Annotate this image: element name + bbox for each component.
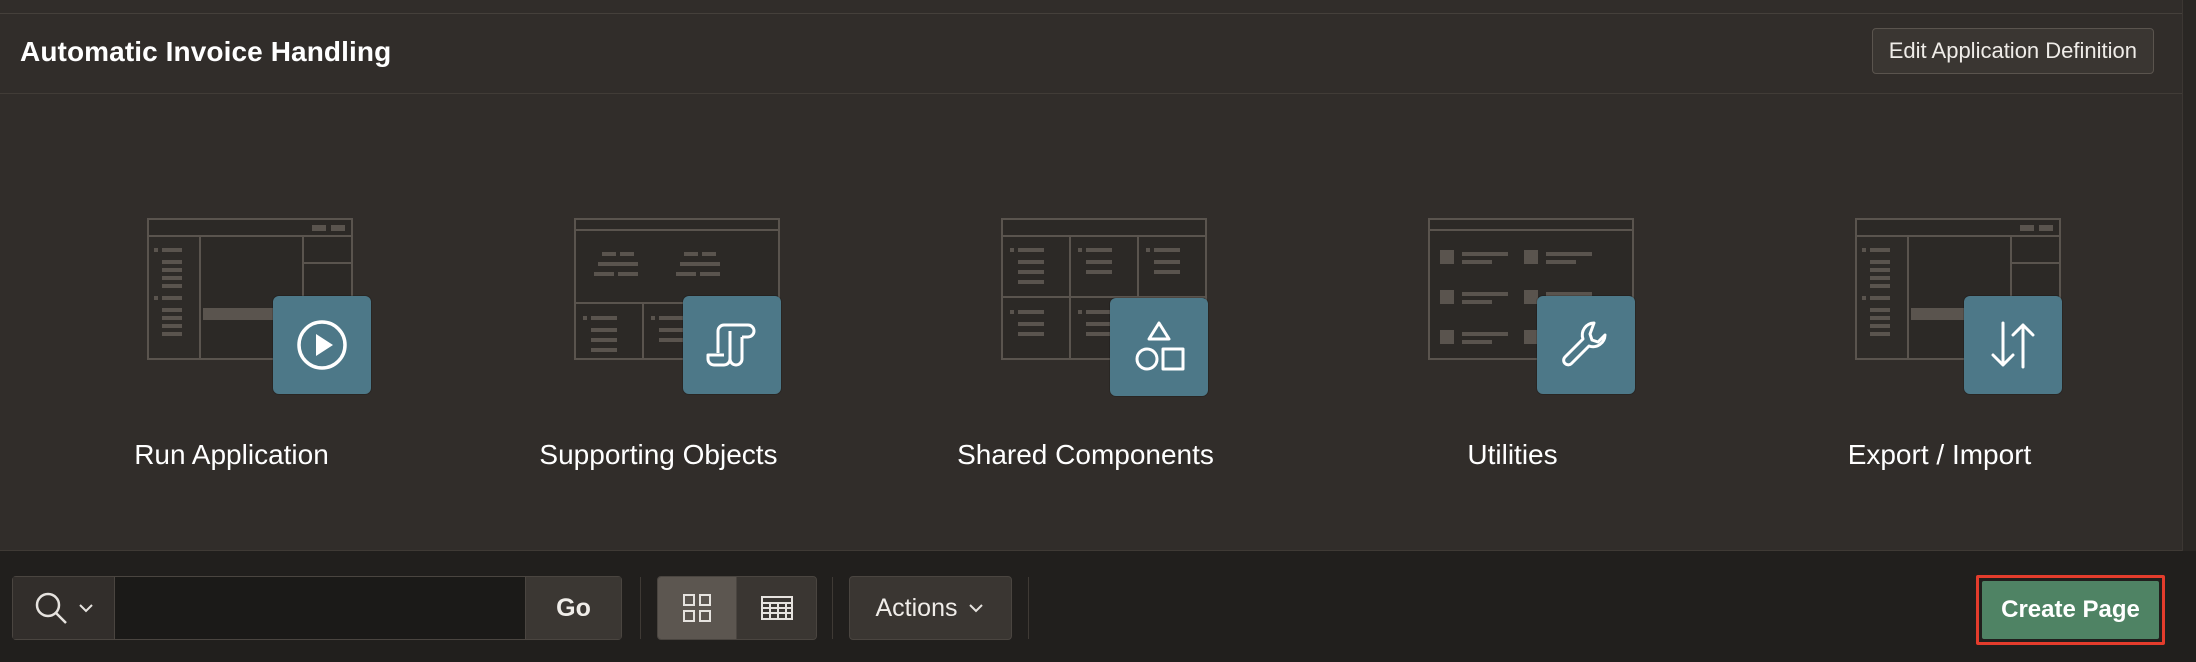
toolbar-divider — [832, 577, 833, 639]
actions-label: Actions — [875, 593, 958, 622]
tile-utilities[interactable]: Utilities — [1299, 94, 1726, 550]
search-icon — [35, 592, 67, 624]
page-title: Automatic Invoice Handling — [20, 36, 392, 67]
report-view-icon — [760, 596, 793, 620]
shapes-icon — [1110, 298, 1208, 396]
tile-bar: Run Application Supporting Objects Share… — [0, 94, 2182, 550]
tile-supporting-objects[interactable]: Supporting Objects — [445, 94, 872, 550]
tile-label: Supporting Objects — [539, 439, 778, 470]
toolbar-divider — [1028, 577, 1029, 639]
tile-run-application[interactable]: Run Application — [18, 94, 445, 550]
chevron-down-icon — [78, 604, 93, 613]
go-button[interactable]: Go — [525, 577, 621, 639]
app-home-page: Automatic Invoice Handling Edit Applicat… — [0, 0, 2196, 662]
play-icon — [273, 296, 371, 394]
view-switcher — [657, 576, 817, 640]
bottom-toolbar: Go Actions Create Page — [0, 551, 2196, 662]
tile-label: Run Application — [134, 439, 329, 470]
search-column-dropdown[interactable] — [13, 577, 115, 639]
grid-view-button[interactable] — [658, 577, 737, 639]
grid-view-icon — [683, 594, 711, 622]
actions-menu-button[interactable]: Actions — [849, 576, 1012, 640]
scroll-icon — [683, 296, 781, 394]
chevron-down-icon — [969, 604, 984, 613]
tile-label: Export / Import — [1847, 439, 2032, 470]
tile-label: Shared Components — [957, 439, 1214, 470]
wrench-icon — [1537, 296, 1635, 394]
scrollbar[interactable] — [2182, 0, 2196, 551]
app-region: Automatic Invoice Handling Edit Applicat… — [0, 14, 2182, 551]
create-page-button-highlight: Create Page — [1976, 575, 2165, 645]
arrows-up-down-icon — [1964, 296, 2062, 394]
report-view-button[interactable] — [737, 577, 816, 639]
tile-label: Utilities — [1467, 439, 1558, 470]
tile-shared-components[interactable]: Shared Components — [872, 94, 1299, 550]
create-page-button[interactable]: Create Page — [1982, 581, 2159, 639]
edit-application-definition-button[interactable]: Edit Application Definition — [1871, 28, 2154, 74]
search-input[interactable] — [116, 577, 525, 639]
top-strip — [0, 0, 2182, 14]
tile-export-import[interactable]: Export / Import — [1726, 94, 2153, 550]
region-header: Automatic Invoice Handling Edit Applicat… — [0, 14, 2182, 94]
search-group: Go — [12, 576, 622, 640]
toolbar-divider — [640, 577, 641, 639]
